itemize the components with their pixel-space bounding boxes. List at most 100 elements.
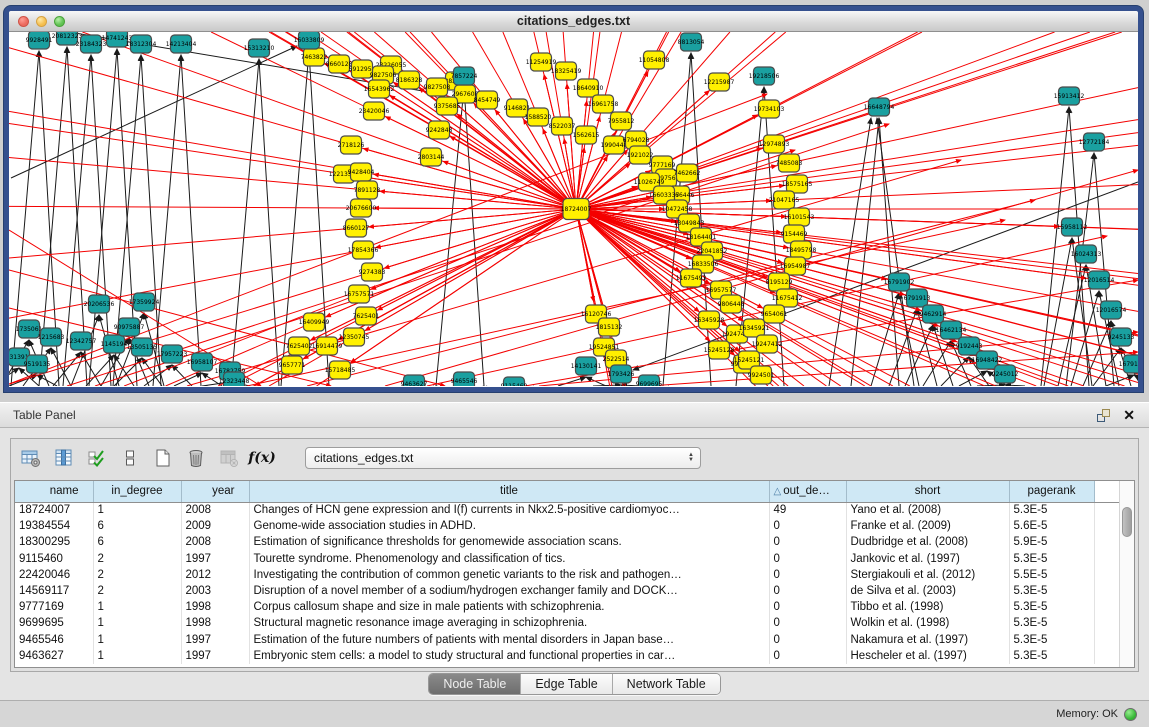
table-cell[interactable]: 9777169 xyxy=(15,599,93,615)
table-cell[interactable]: 14569117 xyxy=(15,583,93,599)
network-canvas[interactable]: 7463822866012859129542322605598275068186… xyxy=(9,32,1138,387)
delete-table-icon[interactable] xyxy=(184,446,208,470)
tab-node-table[interactable]: Node Table xyxy=(429,674,521,694)
table-cell[interactable]: 5.3E-5 xyxy=(1009,583,1094,599)
table-cell[interactable]: Yano et al. (2008) xyxy=(846,502,1009,518)
table-row[interactable]: 946362711997Embryonic stem cells: a mode… xyxy=(15,648,1119,664)
table-row[interactable]: 1872400712008Changes of HCN gene express… xyxy=(15,502,1119,518)
table-cell[interactable]: Nakamura et al. (1997) xyxy=(846,632,1009,648)
table-cell[interactable]: 5.3E-5 xyxy=(1009,551,1094,567)
select-rows-icon[interactable] xyxy=(85,446,109,470)
table-row[interactable]: 911546021997Tourette syndrome. Phenomeno… xyxy=(15,551,1119,567)
table-cell[interactable]: 2009 xyxy=(181,518,249,534)
table-cell[interactable]: 5.3E-5 xyxy=(1009,632,1094,648)
column-header-name[interactable]: name xyxy=(15,481,93,502)
table-cell[interactable]: 1 xyxy=(93,632,181,648)
table-row[interactable]: 1830029562008Estimation of significance … xyxy=(15,534,1119,550)
table-cell[interactable]: Dudbridge et al. (2008) xyxy=(846,534,1009,550)
table-row[interactable]: 1938455462009Genome-wide association stu… xyxy=(15,518,1119,534)
table-cell[interactable]: 9115460 xyxy=(15,551,93,567)
table-cell[interactable]: Genome-wide association studies in ADHD. xyxy=(249,518,769,534)
table-cell[interactable]: Franke et al. (2009) xyxy=(846,518,1009,534)
select-column-icon[interactable] xyxy=(52,446,76,470)
table-cell[interactable]: 1 xyxy=(93,615,181,631)
table-cell[interactable]: 5.3E-5 xyxy=(1009,648,1094,664)
table-cell[interactable]: Disruption of a novel member of a sodium… xyxy=(249,583,769,599)
table-cell[interactable]: 1 xyxy=(93,502,181,518)
table-cell[interactable]: 0 xyxy=(769,551,846,567)
table-cell[interactable]: 0 xyxy=(769,632,846,648)
table-cell[interactable]: 5.3E-5 xyxy=(1009,615,1094,631)
column-header-pagerank[interactable]: pagerank xyxy=(1009,481,1094,502)
table-cell[interactable]: 0 xyxy=(769,599,846,615)
table-cell[interactable]: Hescheler et al. (1997) xyxy=(846,648,1009,664)
table-cell[interactable]: 49 xyxy=(769,502,846,518)
table-cell[interactable]: 2 xyxy=(93,567,181,583)
column-header-out_de[interactable]: △out_de… xyxy=(769,481,846,502)
table-cell[interactable]: 2008 xyxy=(181,502,249,518)
table-cell[interactable]: 22420046 xyxy=(15,567,93,583)
table-cell[interactable]: 5.9E-5 xyxy=(1009,534,1094,550)
table-row[interactable]: 969969511998Structural magnetic resonanc… xyxy=(15,615,1119,631)
table-cell[interactable]: Changes of HCN gene expression and I(f) … xyxy=(249,502,769,518)
table-cell[interactable]: 18300295 xyxy=(15,534,93,550)
table-cell[interactable]: 1 xyxy=(93,648,181,664)
tab-network-table[interactable]: Network Table xyxy=(613,674,720,694)
table-cell[interactable]: 6 xyxy=(93,518,181,534)
table-scrollbar-thumb[interactable] xyxy=(1122,507,1132,537)
table-cell[interactable]: 5.3E-5 xyxy=(1009,502,1094,518)
tab-edge-table[interactable]: Edge Table xyxy=(521,674,612,694)
table-cell[interactable]: Estimation of significance thresholds fo… xyxy=(249,534,769,550)
table-settings-icon[interactable] xyxy=(19,446,43,470)
table-cell[interactable]: Tibbo et al. (1998) xyxy=(846,599,1009,615)
table-row[interactable]: 1456911722003Disruption of a novel membe… xyxy=(15,583,1119,599)
table-row[interactable]: 2242004622012Investigating the contribut… xyxy=(15,567,1119,583)
clear-selection-icon[interactable] xyxy=(118,446,142,470)
table-cell[interactable]: 5.6E-5 xyxy=(1009,518,1094,534)
table-cell[interactable]: 2012 xyxy=(181,567,249,583)
table-cell[interactable]: 18724007 xyxy=(15,502,93,518)
table-cell[interactable]: Corpus callosum shape and size in male p… xyxy=(249,599,769,615)
table-cell[interactable]: 0 xyxy=(769,534,846,550)
table-cell[interactable]: Investigating the contribution of common… xyxy=(249,567,769,583)
table-cell[interactable]: 9463627 xyxy=(15,648,93,664)
close-panel-icon[interactable]: ✕ xyxy=(1123,409,1135,422)
table-cell[interactable]: Estimation of the future numbers of pati… xyxy=(249,632,769,648)
column-header-in_degree[interactable]: in_degree xyxy=(93,481,181,502)
table-row[interactable]: 977716911998Corpus callosum shape and si… xyxy=(15,599,1119,615)
column-header-title[interactable]: title xyxy=(249,481,769,502)
table-cell[interactable]: Jankovic et al. (1997) xyxy=(846,551,1009,567)
table-scrollbar[interactable] xyxy=(1119,481,1134,667)
table-cell[interactable]: 0 xyxy=(769,583,846,599)
float-panel-icon[interactable] xyxy=(1097,409,1110,422)
table-cell[interactable]: 5.3E-5 xyxy=(1009,599,1094,615)
table-cell[interactable]: Embryonic stem cells: a model to study s… xyxy=(249,648,769,664)
table-cell[interactable]: 2 xyxy=(93,551,181,567)
table-cell[interactable]: 1997 xyxy=(181,632,249,648)
memory-status[interactable]: Memory: OK xyxy=(1056,708,1137,721)
table-cell[interactable]: Tourette syndrome. Phenomenology and cla… xyxy=(249,551,769,567)
column-header-year[interactable]: year xyxy=(181,481,249,502)
table-cell[interactable]: 1 xyxy=(93,599,181,615)
column-header-short[interactable]: short xyxy=(846,481,1009,502)
table-cell[interactable]: 0 xyxy=(769,648,846,664)
table-cell[interactable]: 1998 xyxy=(181,599,249,615)
table-row[interactable]: 946554611997Estimation of the future num… xyxy=(15,632,1119,648)
table-select-dropdown[interactable]: citations_edges.txt ▲▼ xyxy=(305,447,701,469)
table-cell[interactable]: 1997 xyxy=(181,551,249,567)
table-cell[interactable]: 6 xyxy=(93,534,181,550)
table-cell[interactable]: 0 xyxy=(769,615,846,631)
table-cell[interactable]: 2 xyxy=(93,583,181,599)
table-cell[interactable]: 1998 xyxy=(181,615,249,631)
table-cell[interactable]: 1997 xyxy=(181,648,249,664)
table-cell[interactable]: 0 xyxy=(769,518,846,534)
table-cell[interactable]: Stergiakouli et al. (2012) xyxy=(846,567,1009,583)
table-cell[interactable]: 9465546 xyxy=(15,632,93,648)
table-cell[interactable]: 2008 xyxy=(181,534,249,550)
table-cell[interactable]: 19384554 xyxy=(15,518,93,534)
function-builder-icon[interactable]: f(x) xyxy=(250,446,274,470)
network-window-titlebar[interactable]: citations_edges.txt xyxy=(9,11,1138,32)
table-cell[interactable]: 2003 xyxy=(181,583,249,599)
table-cell[interactable]: 0 xyxy=(769,567,846,583)
table-cell[interactable]: de Silva et al. (2003) xyxy=(846,583,1009,599)
